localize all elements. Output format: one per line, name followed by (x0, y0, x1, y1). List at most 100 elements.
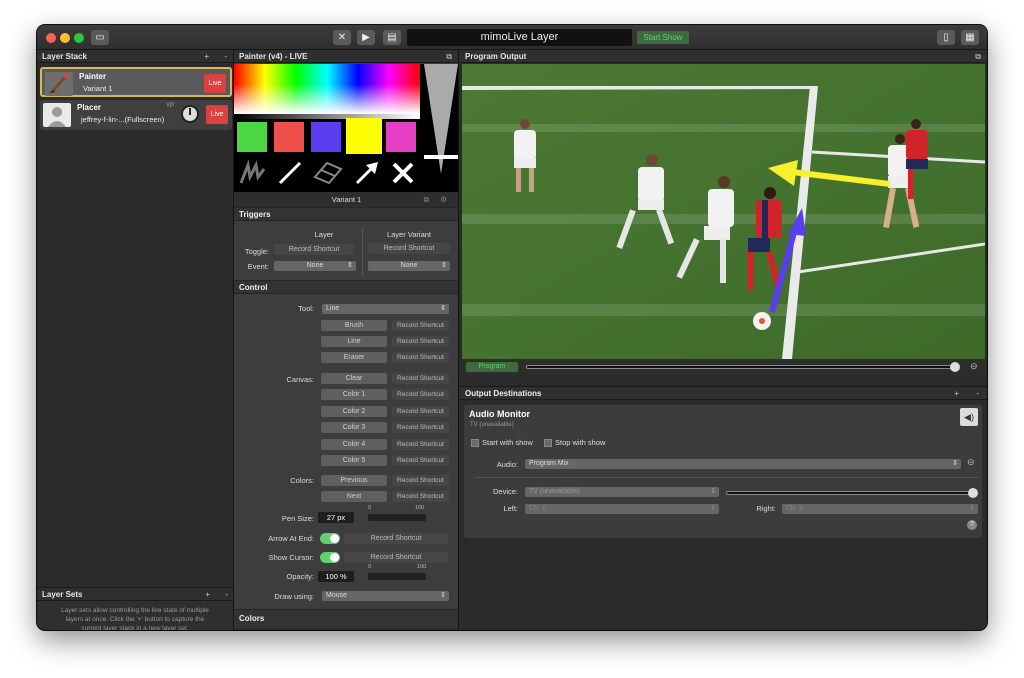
eraser-shortcut[interactable]: Record Shortcut (392, 352, 449, 363)
program-volume-slider[interactable] (526, 365, 956, 369)
layer-item-placer[interactable]: Placer jeffrey-f-lin-...(Fullscreen) YP … (40, 100, 232, 130)
window-title: mimoLive Layer (407, 29, 632, 46)
device-select[interactable]: TV (unavailable) (525, 487, 719, 497)
stop-with-show-checkbox[interactable] (544, 439, 552, 447)
clear-button[interactable]: Clear (321, 373, 387, 384)
swatch-5[interactable] (386, 122, 416, 152)
popout-icon[interactable]: ⧉ (446, 50, 452, 63)
pen-size-wedge[interactable] (423, 64, 459, 192)
remove-layer-button[interactable]: - (224, 50, 227, 63)
color2-button[interactable]: Color 2 (321, 406, 387, 417)
show-cursor-shortcut[interactable]: Record Shortcut (344, 552, 448, 563)
duplicate-icon[interactable]: ⧉ (424, 192, 429, 207)
add-layer-button[interactable]: + (204, 50, 209, 63)
minus-circle-icon[interactable]: ⊖ (967, 457, 975, 468)
arrow-at-end-shortcut[interactable]: Record Shortcut (344, 533, 448, 544)
color5-button[interactable]: Color 5 (321, 455, 387, 466)
device-volume-slider[interactable] (726, 491, 976, 495)
previous-color-button[interactable]: Previous (321, 475, 387, 486)
device-label: Device: (492, 487, 518, 496)
swatch-3[interactable] (311, 122, 341, 152)
clear-shortcut[interactable]: Record Shortcut (392, 373, 449, 384)
program-button[interactable]: Program (466, 362, 518, 372)
arrow-tool-icon[interactable] (352, 159, 382, 187)
colors-section-header[interactable]: Colors (234, 609, 458, 630)
brightness-bar[interactable] (234, 114, 420, 119)
swatch-4[interactable] (346, 118, 382, 154)
color3-button[interactable]: Color 3 (321, 422, 387, 433)
program-volume-knob[interactable] (950, 362, 960, 372)
next-color-button[interactable]: Next (321, 491, 387, 502)
opacity-field[interactable]: 100 % (318, 571, 354, 582)
color4-shortcut[interactable]: Record Shortcut (392, 439, 449, 450)
gear-icon[interactable]: ⚙ (440, 192, 447, 207)
live-button[interactable]: Live (206, 105, 228, 124)
volume-knob-icon[interactable] (181, 105, 199, 123)
line-button[interactable]: Line (321, 336, 387, 347)
swatch-1[interactable] (237, 122, 267, 152)
line-shortcut[interactable]: Record Shortcut (392, 336, 449, 347)
toggle-variant-shortcut[interactable]: Record Shortcut (368, 243, 450, 254)
line-tool-icon[interactable] (275, 159, 305, 187)
minimize-window-icon[interactable] (60, 33, 70, 43)
color2-shortcut[interactable]: Record Shortcut (392, 406, 449, 417)
sidebar-toggle-icon[interactable]: ▭ (91, 30, 109, 45)
minus-circle-icon[interactable]: ⊖ (970, 361, 978, 372)
tools-icon[interactable]: ✕ (333, 30, 351, 45)
zoom-window-icon[interactable] (74, 33, 84, 43)
start-show-button[interactable]: Start Show (637, 31, 689, 44)
previous-color-shortcut[interactable]: Record Shortcut (392, 475, 449, 486)
popout-icon[interactable]: ⧉ (975, 50, 981, 63)
record-icon[interactable]: ▶ (357, 30, 375, 45)
color-picker-gradient[interactable] (234, 64, 420, 114)
eraser-tool-icon[interactable] (311, 159, 345, 187)
device-volume-knob[interactable] (968, 488, 978, 498)
event-variant-select[interactable]: None (368, 261, 450, 271)
live-button[interactable]: Live (204, 74, 226, 93)
toggle-layer-shortcut[interactable]: Record Shortcut (274, 244, 354, 255)
audio-monitor-title: Audio Monitor (469, 409, 530, 419)
start-with-show-checkbox[interactable] (471, 439, 479, 447)
pen-size-slider[interactable] (368, 514, 426, 521)
opacity-label: Opacity: (286, 572, 314, 581)
audio-select[interactable]: Program Mix (525, 459, 961, 469)
draw-using-select[interactable]: Mouse (322, 591, 449, 601)
color3-shortcut[interactable]: Record Shortcut (392, 422, 449, 433)
brush-button[interactable]: Brush (321, 320, 387, 331)
close-window-icon[interactable] (46, 33, 56, 43)
layer-item-painter[interactable]: Painter Variant 1 Live (40, 67, 232, 97)
tool-select[interactable]: Line (322, 304, 449, 314)
color5-shortcut[interactable]: Record Shortcut (392, 455, 449, 466)
add-output-button[interactable]: + (954, 387, 959, 401)
layout-single-icon[interactable]: ▯ (937, 30, 955, 45)
triggers-section-header[interactable]: Triggers (234, 207, 458, 221)
right-channel-select[interactable]: Ch. 2 (782, 504, 978, 514)
next-color-shortcut[interactable]: Record Shortcut (392, 491, 449, 502)
clear-tool-icon[interactable] (388, 159, 418, 187)
add-layer-set-button[interactable]: + (205, 588, 210, 601)
brush-shortcut[interactable]: Record Shortcut (392, 320, 449, 331)
color4-button[interactable]: Color 4 (321, 439, 387, 450)
swatch-2[interactable] (274, 122, 304, 152)
event-layer-select[interactable]: None (274, 261, 356, 271)
opacity-slider[interactable] (368, 573, 426, 580)
layout-split-icon[interactable]: ▦ (961, 30, 979, 45)
eraser-button[interactable]: Eraser (321, 352, 387, 363)
remove-output-button[interactable]: - (976, 387, 979, 401)
control-section-header[interactable]: Control (234, 280, 458, 294)
color1-button[interactable]: Color 1 (321, 389, 387, 400)
variant-bar[interactable]: Variant 1 ⧉ ⚙ (234, 192, 458, 207)
speaker-icon[interactable]: ◀) (960, 408, 978, 426)
left-channel-select[interactable]: Ch. 1 (525, 504, 719, 514)
remove-layer-set-button[interactable]: - (225, 588, 228, 601)
arrow-at-end-toggle[interactable] (320, 533, 340, 544)
help-button[interactable]: ? (967, 520, 977, 530)
paintbrush-icon (45, 72, 73, 96)
pen-size-field[interactable]: 27 px (318, 512, 354, 523)
media-icon[interactable]: ▤ (383, 30, 401, 45)
painter-panel: Painter (v4) - LIVE ⧉ Variant 1 ⧉ ⚙ Trig… (234, 50, 459, 630)
brush-tool-icon[interactable] (238, 159, 268, 187)
color1-shortcut[interactable]: Record Shortcut (392, 389, 449, 400)
layer-sets-header: Layer Sets + - (37, 588, 233, 601)
show-cursor-toggle[interactable] (320, 552, 340, 563)
